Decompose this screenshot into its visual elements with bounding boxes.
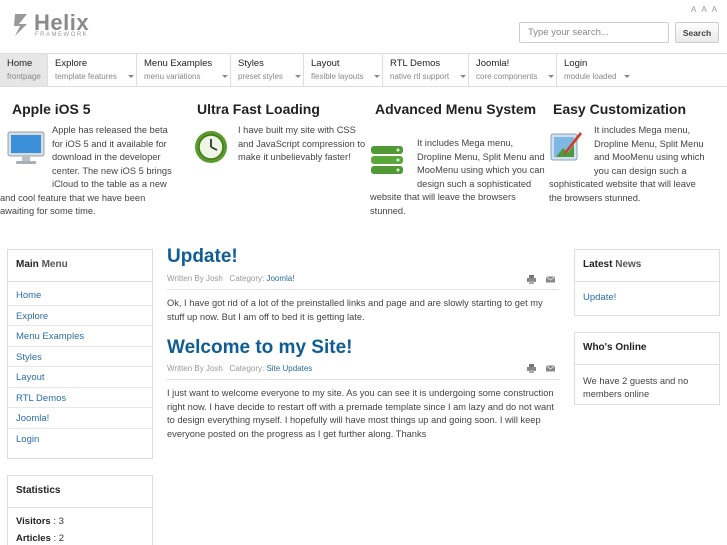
nav-item-home[interactable]: Home frontpage bbox=[0, 54, 48, 86]
nav-sublabel: native rtl support bbox=[390, 72, 450, 81]
nav-item-rtl-demos[interactable]: RTL Demos native rtl support bbox=[383, 54, 469, 86]
article-text: Ok, I have got rid of a lot of the prein… bbox=[167, 298, 543, 322]
latest-news-title: Latest News bbox=[575, 250, 719, 282]
nav-sublabel: frontpage bbox=[7, 72, 41, 81]
nav-item-joomla[interactable]: Joomla! core components bbox=[469, 54, 557, 86]
nav-item-layout[interactable]: Layout flexible layouts bbox=[304, 54, 383, 86]
article-title[interactable]: Update! bbox=[167, 246, 238, 268]
nav-sublabel: module loaded bbox=[564, 72, 617, 81]
nav-item-login[interactable]: Login module loaded bbox=[557, 54, 633, 86]
whos-online-box: Who's Online We have 2 guests and no mem… bbox=[574, 332, 720, 405]
nav-item-menu-examples[interactable]: Menu Examples menu variations bbox=[137, 54, 231, 86]
nav-label: Menu Examples bbox=[144, 58, 213, 69]
nav-label: Explore bbox=[55, 58, 88, 69]
print-icon[interactable] bbox=[527, 364, 536, 373]
feature-title: Easy Customization bbox=[553, 101, 687, 117]
main-menu-list: Home Explore Menu Examples Styles Layout… bbox=[8, 282, 152, 449]
email-icon[interactable] bbox=[545, 364, 556, 373]
statistics-box: Statistics Visitors : 3 Articles : 2 bbox=[7, 475, 153, 545]
article-meta: Written By Josh Category: Site Updates bbox=[167, 364, 313, 373]
nav-label: Joomla! bbox=[476, 58, 510, 69]
feature-text: It includes Mega menu, Dropline Menu, Sp… bbox=[370, 138, 545, 216]
chevron-down-icon bbox=[624, 75, 630, 78]
article-title[interactable]: Welcome to my Site! bbox=[167, 337, 352, 359]
article-category-link[interactable]: Site Updates bbox=[266, 364, 312, 373]
font-reset-button[interactable]: A bbox=[701, 5, 706, 14]
search-input[interactable] bbox=[519, 22, 669, 43]
clock-icon bbox=[195, 131, 227, 163]
article-divider bbox=[167, 379, 559, 380]
nav-sublabel: flexible layouts bbox=[311, 72, 364, 81]
main-menu-title: Main Menu bbox=[8, 250, 152, 282]
font-size-tools: A A A bbox=[691, 5, 717, 14]
logo-mark-icon bbox=[14, 14, 27, 36]
logo-subtitle: FRAMEWORK bbox=[35, 32, 89, 38]
article-text: I just want to welcome everyone to my si… bbox=[167, 388, 554, 439]
font-decrease-button[interactable]: A bbox=[691, 5, 696, 14]
nav-sublabel: preset styles bbox=[238, 72, 283, 81]
stat-visitors: Visitors : 3 bbox=[16, 516, 64, 527]
chevron-down-icon bbox=[295, 75, 301, 78]
article-divider bbox=[167, 289, 559, 290]
feature-advanced-menu: Advanced Menu System It includes Mega me… bbox=[370, 101, 545, 216]
article-category-link[interactable]: Joomla! bbox=[266, 274, 294, 283]
article-tools bbox=[527, 364, 556, 373]
main-menu-item-rtl-demos[interactable]: RTL Demos bbox=[8, 388, 152, 408]
chevron-down-icon bbox=[128, 75, 134, 78]
print-icon[interactable] bbox=[527, 275, 536, 284]
stat-articles: Articles : 2 bbox=[16, 533, 65, 544]
main-menu-item-joomla[interactable]: Joomla! bbox=[8, 408, 152, 429]
nav-label: Login bbox=[564, 58, 588, 69]
site-logo[interactable]: Helix FRAMEWORK bbox=[12, 10, 92, 42]
nav-label: Home bbox=[7, 58, 33, 69]
nav-label: RTL Demos bbox=[390, 58, 441, 69]
article-meta: Written By Josh Category: Joomla! bbox=[167, 274, 295, 283]
main-menu-item-explore[interactable]: Explore bbox=[8, 306, 152, 326]
main-menu-item-login[interactable]: Login bbox=[8, 429, 152, 450]
feature-apple-ios: Apple iOS 5 Apple has released the beta … bbox=[0, 101, 180, 222]
feature-title: Ultra Fast Loading bbox=[197, 101, 320, 117]
feature-title: Advanced Menu System bbox=[375, 101, 537, 117]
feature-fast-loading: Ultra Fast Loading I have built my site … bbox=[194, 101, 365, 163]
main-menu-item-home[interactable]: Home bbox=[8, 285, 152, 306]
feature-text: I have built my site with CSS and JavaSc… bbox=[238, 125, 366, 162]
font-increase-button[interactable]: A bbox=[712, 5, 717, 14]
whos-online-text: We have 2 guests and no members online bbox=[583, 376, 689, 399]
feature-text: It includes Mega menu, Dropline Menu, Sp… bbox=[549, 125, 705, 203]
chevron-down-icon bbox=[548, 75, 554, 78]
nav-sublabel: menu variations bbox=[144, 72, 201, 81]
chevron-down-icon bbox=[374, 75, 380, 78]
statistics-title: Statistics bbox=[8, 476, 152, 508]
nav-item-explore[interactable]: Explore template features bbox=[48, 54, 137, 86]
feature-text: Apple has released the beta for iOS 5 an… bbox=[0, 125, 172, 216]
main-menu-item-styles[interactable]: Styles bbox=[8, 347, 152, 367]
main-menu-item-menu-examples[interactable]: Menu Examples bbox=[8, 326, 152, 347]
main-menu-item-layout[interactable]: Layout bbox=[8, 367, 152, 388]
latest-news-box: Latest News Update! bbox=[574, 249, 720, 316]
chevron-down-icon bbox=[460, 75, 466, 78]
main-navigation: Home frontpage Explore template features… bbox=[0, 53, 727, 87]
whos-online-title: Who's Online bbox=[575, 333, 719, 365]
feature-title: Apple iOS 5 bbox=[12, 101, 91, 117]
chevron-down-icon bbox=[222, 75, 228, 78]
nav-label: Styles bbox=[238, 58, 264, 69]
article-tools bbox=[527, 275, 556, 284]
feature-easy-customization: Easy Customization It includes Mega menu… bbox=[549, 101, 721, 203]
latest-news-link[interactable]: Update! bbox=[575, 282, 719, 303]
search-button[interactable]: Search bbox=[675, 22, 719, 43]
email-icon[interactable] bbox=[545, 275, 556, 284]
nav-sublabel: core components bbox=[476, 72, 538, 81]
nav-label: Layout bbox=[311, 58, 340, 69]
nav-sublabel: template features bbox=[55, 72, 117, 81]
main-menu-box: Main Menu Home Explore Menu Examples Sty… bbox=[7, 249, 153, 459]
nav-item-styles[interactable]: Styles preset styles bbox=[231, 54, 304, 86]
